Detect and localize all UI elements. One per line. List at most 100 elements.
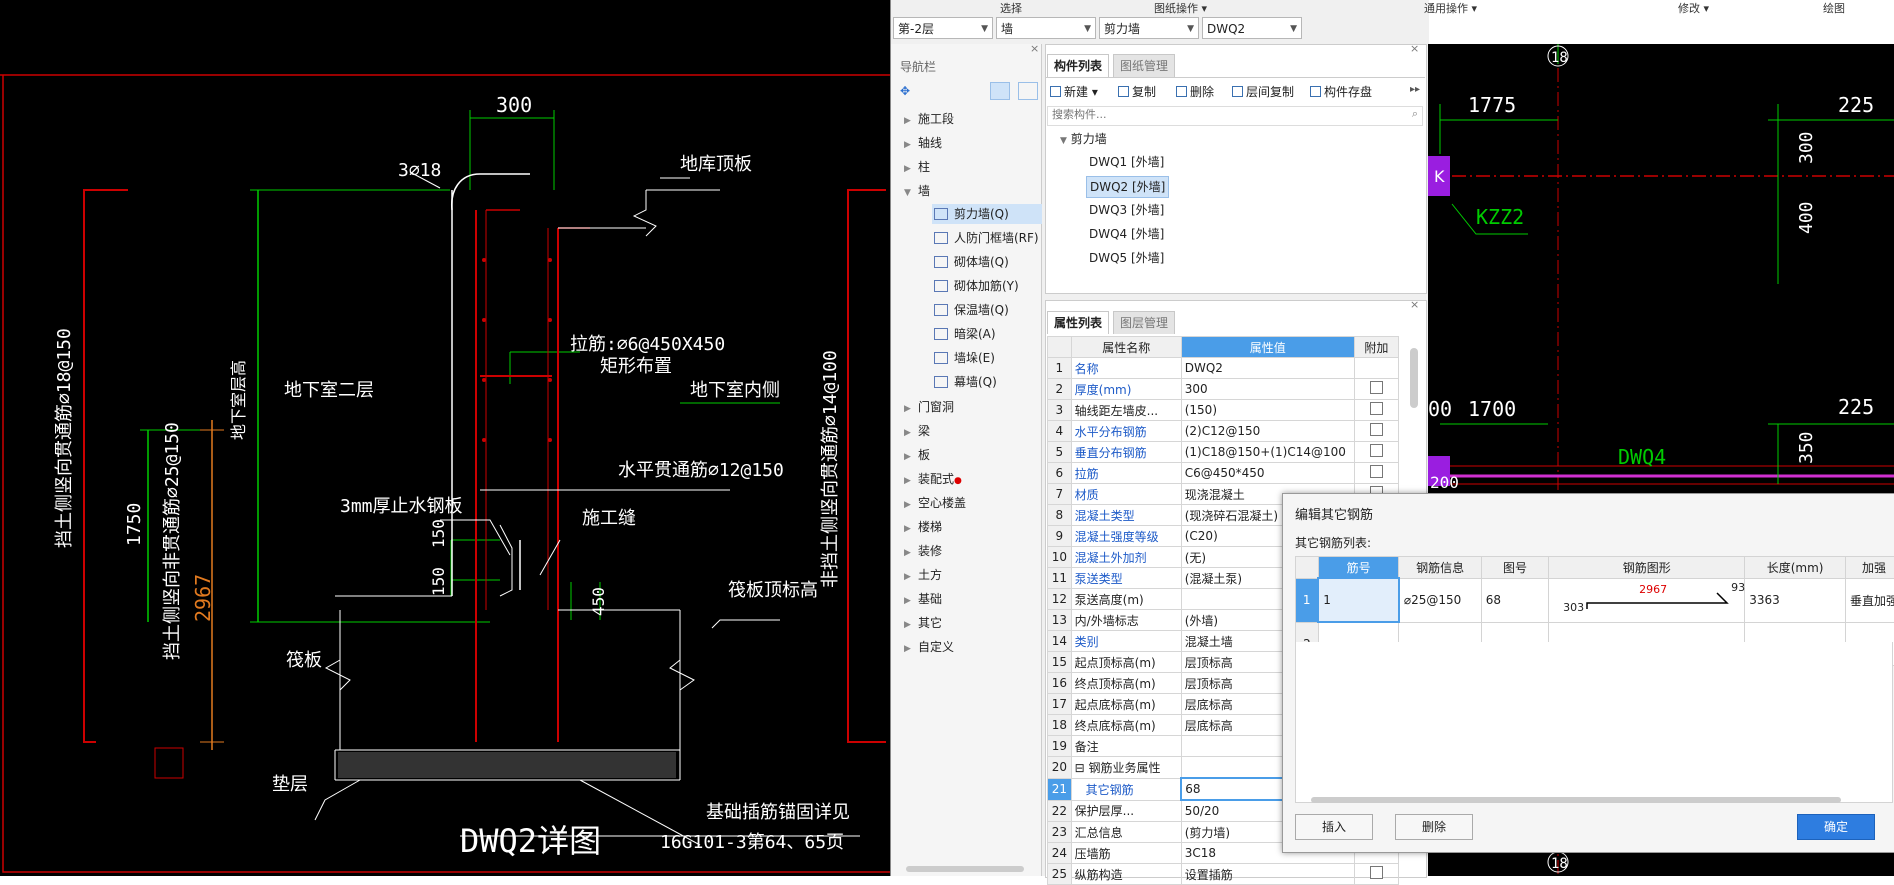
close-icon[interactable]: × [1030,42,1039,55]
sub-item-pier[interactable]: 墙垛(E) [932,348,995,368]
property-value[interactable]: (150) [1181,400,1354,421]
menu-general-ops[interactable]: 通用操作 ▾ [1424,0,1477,14]
property-value[interactable]: (1)C18@150+(1)C14@100 [1181,442,1354,463]
detail-view-icon[interactable] [1018,82,1038,100]
nav-item-custom[interactable]: ▶自定义 [904,638,954,656]
attach-cell[interactable] [1354,864,1398,885]
bar-info-cell[interactable]: ⌀25@150 [1399,578,1481,622]
menu-draw[interactable]: 绘图 [1823,0,1845,14]
sub-item-civil-defense[interactable]: 人防门框墙(RF) [932,228,1039,248]
property-row[interactable]: 3轴线距左墙皮...(150) [1048,400,1399,421]
attach-checkbox[interactable] [1370,381,1383,394]
nav-item-beam[interactable]: ▶梁 [904,422,930,440]
close-icon[interactable]: × [1410,42,1419,55]
floor-select[interactable]: 第-2层▼ [893,17,993,39]
attach-cell[interactable] [1354,442,1398,463]
property-value[interactable]: 300 [1181,379,1354,400]
property-value[interactable]: 设置插筋 [1181,864,1354,885]
type-select[interactable]: 墙▼ [996,17,1096,39]
nav-item-construction[interactable]: ▶施工段 [904,110,954,128]
attach-cell[interactable] [1354,358,1398,379]
nav-label: 空心楼盖 [918,496,966,510]
save-component-button[interactable]: 构件存盘 [1310,82,1372,102]
row-number: 24 [1048,843,1072,864]
nav-item-axis[interactable]: ▶轴线 [904,134,942,152]
nav-item-finish[interactable]: ▶装修 [904,542,942,560]
property-row[interactable]: 1名称DWQ2 [1048,358,1399,379]
component-item-selected[interactable]: DWQ2 [外墙] [1086,176,1169,198]
pin-icon[interactable]: ✥ [900,84,910,98]
attach-cell[interactable] [1354,463,1398,484]
nav-item-earthwork[interactable]: ▶土方 [904,566,942,584]
sub-item-insulation[interactable]: 保温墙(Q) [932,300,1009,320]
nav-item-others[interactable]: ▶其它 [904,614,942,632]
nav-item-stairs[interactable]: ▶楼梯 [904,518,942,536]
nav-item-slab[interactable]: ▶板 [904,446,930,464]
component-item[interactable]: DWQ1 [外墙] [1086,152,1167,172]
attach-checkbox[interactable] [1370,444,1383,457]
copy-button[interactable]: 复制 [1118,82,1156,102]
component-item[interactable]: DWQ3 [外墙] [1086,200,1167,220]
rebar-row[interactable]: 1 1 ⌀25@150 68 303 2967 93 3363 垂直加强 [1296,578,1894,622]
property-row[interactable]: 25纵筋构造设置插筋 [1048,864,1399,885]
nav-item-foundation[interactable]: ▶基础 [904,590,942,608]
delete-button[interactable]: 删除 [1176,82,1214,102]
property-value[interactable]: C6@450*450 [1181,463,1354,484]
attach-checkbox[interactable] [1370,465,1383,478]
tab-component-list[interactable]: 构件列表 [1047,54,1109,77]
property-row[interactable]: 6拉筋C6@450*450 [1048,463,1399,484]
property-value[interactable]: (2)C12@150 [1181,421,1354,442]
sub-item-hidden-beam[interactable]: 暗梁(A) [932,324,996,344]
menu-modify[interactable]: 修改 ▾ [1678,0,1709,14]
new-button[interactable]: 新建 ▾ [1050,82,1098,102]
nav-item-column[interactable]: ▶柱 [904,158,930,176]
length-cell[interactable]: 3363 [1745,578,1846,622]
property-scrollbar[interactable] [1410,348,1418,408]
component-item[interactable]: DWQ5 [外墙] [1086,248,1167,268]
attach-checkbox[interactable] [1370,866,1383,879]
nav-item-prefab[interactable]: ▶装配式● [904,470,962,488]
component-select[interactable]: DWQ2▼ [1202,17,1302,39]
nav-item-wall[interactable]: ▼墙 [904,182,930,200]
attach-cell[interactable] [1354,421,1398,442]
subtype-select[interactable]: 剪力墙▼ [1099,17,1199,39]
sub-item-masonry-rebar[interactable]: 砌体加筋(Y) [932,276,1019,296]
bar-no-cell[interactable]: 1 [1318,578,1399,622]
search-icon[interactable]: ⌕ [1412,107,1418,121]
menu-select[interactable]: 选择 [1000,0,1022,14]
insert-button[interactable]: 插入 [1295,814,1373,840]
sub-item-shear-wall[interactable]: 剪力墙(Q) [932,204,1042,224]
figure-no-cell[interactable]: 68 [1481,578,1548,622]
component-item[interactable]: DWQ4 [外墙] [1086,224,1167,244]
sub-item-curtain[interactable]: 幕墙(Q) [932,372,997,392]
property-row[interactable]: 2厚度(mm)300 [1048,379,1399,400]
more-icon[interactable]: ▸▸ [1410,84,1420,95]
cad-canvas-left[interactable]: 300 3⌀18 地库顶板 拉筋:⌀6@450X450 矩形布置 地下室内侧 水… [0,0,890,876]
tab-layer-manage[interactable]: 图层管理 [1113,311,1175,334]
extra-cell[interactable]: 垂直加强 [1845,578,1894,622]
sub-item-masonry[interactable]: 砌体墙(Q) [932,252,1009,272]
tab-drawing-manage[interactable]: 图纸管理 [1113,54,1175,77]
property-row[interactable]: 5垂直分布钢筋(1)C18@150+(1)C14@100 [1048,442,1399,463]
attach-checkbox[interactable] [1370,423,1383,436]
nav-scrollbar[interactable] [906,866,1024,872]
tree-group-shear-wall[interactable]: ▼ 剪力墙 [1060,130,1107,147]
delete-button[interactable]: 删除 [1395,814,1473,840]
attach-cell[interactable] [1354,379,1398,400]
menu-drawing-ops[interactable]: 图纸操作 ▾ [1154,0,1207,14]
bar-shape-cell[interactable]: 303 2967 93 [1549,578,1745,622]
property-row[interactable]: 4水平分布钢筋(2)C12@150 [1048,421,1399,442]
search-input[interactable] [1050,107,1394,122]
floor-copy-button[interactable]: 层间复制 [1232,82,1294,102]
ok-button[interactable]: 确定 [1797,814,1875,840]
list-view-icon[interactable] [990,82,1010,100]
tab-property-list[interactable]: 属性列表 [1047,311,1109,334]
nav-item-openings[interactable]: ▶门窗洞 [904,398,954,416]
attach-checkbox[interactable] [1370,402,1383,415]
close-icon[interactable]: × [1410,298,1419,311]
search-box[interactable]: ⌕ [1047,106,1423,126]
attach-cell[interactable] [1354,400,1398,421]
dialog-hscrollbar[interactable] [1311,797,1841,803]
nav-item-hollow-floor[interactable]: ▶空心楼盖 [904,494,966,512]
property-value[interactable]: DWQ2 [1181,358,1354,379]
